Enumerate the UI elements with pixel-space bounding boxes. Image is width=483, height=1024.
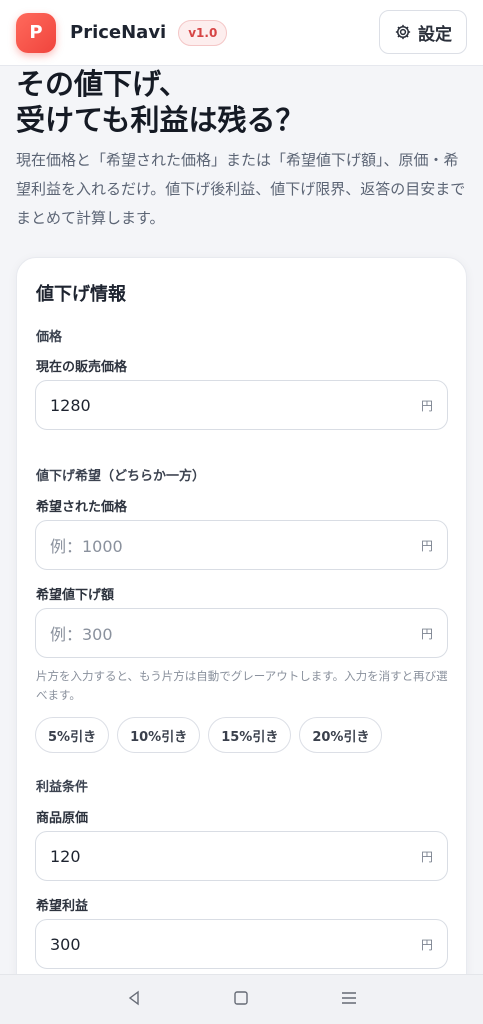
card-title: 値下げ情報 — [36, 284, 126, 305]
yen-unit: 円 — [420, 937, 433, 952]
nav-menu-button[interactable] — [339, 988, 359, 1012]
square-home-icon — [234, 990, 249, 1005]
system-navigation-bar — [0, 974, 483, 1024]
discount-section-label: 値下げ希望（どちらか一方） — [36, 469, 206, 484]
logo-letter: P — [29, 22, 43, 43]
requested-price-input[interactable]: 例：1000 円 — [35, 520, 448, 570]
requested-discount-label: 希望値下げ額 — [36, 588, 115, 603]
preset-20-percent[interactable]: 20%引き — [299, 717, 383, 753]
current-price-input[interactable]: 1280 円 — [35, 380, 448, 430]
discount-info-card: 値下げ情報 価格 現在の販売価格 1280 円 値下げ希望（どちらか一方） 希望… — [16, 257, 467, 1017]
nav-home-button[interactable] — [231, 988, 251, 1012]
price-section-label: 価格 — [36, 330, 63, 345]
cost-label: 商品原価 — [36, 811, 89, 826]
current-price-label: 現在の販売価格 — [36, 360, 128, 375]
yen-unit: 円 — [420, 538, 433, 553]
profit-section-label: 利益条件 — [36, 780, 89, 795]
target-profit-input[interactable]: 300 円 — [35, 919, 448, 969]
version-badge: v1.0 — [178, 19, 228, 46]
triangle-back-icon — [128, 990, 139, 1005]
preset-10-percent[interactable]: 10%引き — [117, 717, 201, 753]
hero-description: 現在価格と「希望された価格」または「希望値下げ額」、原価・希望利益を入れるだけ。… — [16, 151, 466, 227]
current-price-value: 1280 — [50, 395, 91, 415]
preset-5-percent[interactable]: 5%引き — [35, 717, 110, 753]
app-header: P PriceNavi v1.0 設定 — [0, 0, 483, 66]
app-logo: P — [16, 12, 56, 53]
target-profit-label: 希望利益 — [36, 899, 89, 914]
hero-title: その値下げ、 受けても利益は残る？ — [16, 67, 305, 137]
app-name: PriceNavi — [70, 22, 167, 43]
requested-price-placeholder: 例：1000 — [50, 537, 123, 556]
preset-chip-row: 5%引き 10%引き 15%引き 20%引き — [35, 717, 383, 753]
requested-discount-placeholder: 例：300 — [50, 625, 113, 644]
nav-back-button[interactable] — [124, 988, 144, 1012]
yen-unit: 円 — [420, 398, 433, 413]
cost-input[interactable]: 120 円 — [35, 831, 448, 881]
yen-unit: 円 — [420, 626, 433, 641]
requested-discount-input[interactable]: 例：300 円 — [35, 608, 448, 658]
input-hint: 片方を入力すると、もう片方は自動でグレーアウトします。入力を消すと再び選べます。 — [36, 669, 448, 702]
cost-value: 120 — [50, 846, 81, 866]
target-profit-value: 300 — [50, 934, 81, 954]
yen-unit: 円 — [420, 849, 433, 864]
settings-label: 設定 — [418, 24, 452, 45]
gear-icon — [395, 24, 411, 40]
settings-button[interactable]: 設定 — [379, 10, 467, 54]
menu-lines-icon — [342, 991, 357, 1004]
preset-15-percent[interactable]: 15%引き — [208, 717, 292, 753]
requested-price-label: 希望された価格 — [36, 500, 128, 515]
